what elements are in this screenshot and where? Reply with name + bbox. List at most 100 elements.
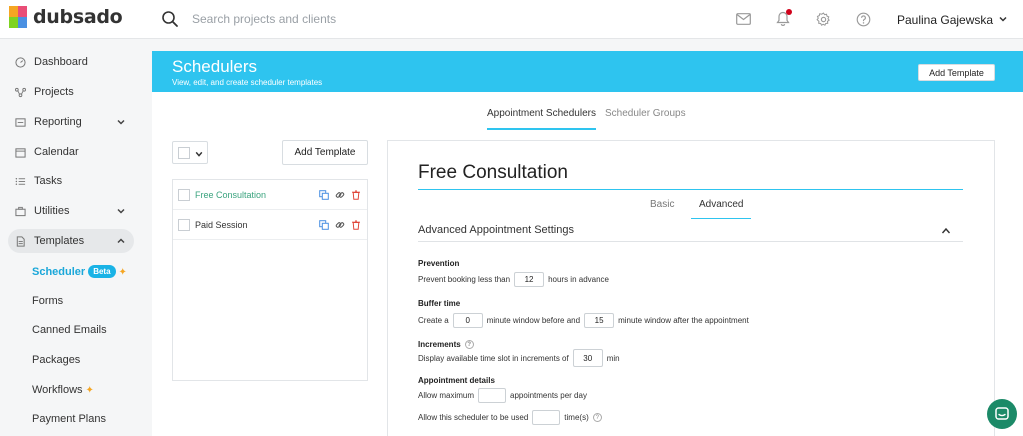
tab-advanced[interactable]: Advanced <box>691 199 752 219</box>
sidebar-item-calendar[interactable]: Calendar <box>8 140 134 164</box>
sidebar-subitem-canned-emails[interactable]: Canned Emails <box>32 324 107 336</box>
sidebar-subitem-workflows[interactable]: Workflows ✦ <box>32 384 94 396</box>
logo[interactable]: dubsado <box>9 6 123 28</box>
sidebar-item-label: Tasks <box>34 175 63 187</box>
scheduler-tabs: Appointment Schedulers Scheduler Groups <box>152 108 1023 134</box>
dashboard-gauge-icon <box>14 56 26 68</box>
page-title: Schedulers <box>172 57 258 76</box>
add-template-button[interactable]: Add Template <box>282 140 368 165</box>
buffer-row: Create a minute window before and minute… <box>418 313 749 328</box>
search-input[interactable] <box>192 9 592 29</box>
sidebar-item-projects[interactable]: Projects <box>8 80 134 104</box>
buffer-before-input[interactable] <box>452 313 483 328</box>
increments-row: Display available time slot in increment… <box>418 349 620 367</box>
bulk-select-dropdown[interactable] <box>172 141 208 164</box>
prevention-label-after: hours in advance <box>548 275 609 284</box>
chat-bubble-icon <box>995 407 1009 420</box>
sidebar-item-label: Utilities <box>34 205 70 217</box>
sidebar-item-label: Reporting <box>34 116 82 128</box>
dubsado-logo-icon <box>9 6 27 28</box>
beta-badge: Beta <box>88 265 116 278</box>
help-icon[interactable]: ? <box>592 413 602 422</box>
template-name[interactable]: Free Consultation <box>195 190 266 200</box>
duplicate-icon[interactable] <box>319 220 329 230</box>
sidebar-item-label: Calendar <box>34 146 79 158</box>
search-icon[interactable] <box>161 10 179 28</box>
notifications-bell-icon[interactable] <box>774 9 792 28</box>
sidebar-item-reporting[interactable]: Reporting <box>8 110 134 134</box>
calendar-icon <box>14 146 26 158</box>
scheduler-title-input[interactable]: Free Consultation <box>418 162 963 190</box>
tab-basic[interactable]: Basic <box>650 199 674 218</box>
page-subtitle: View, edit, and create scheduler templat… <box>172 78 323 87</box>
buffer-label-mid: minute window before and <box>486 316 581 325</box>
settings-gear-icon[interactable] <box>814 10 832 28</box>
duplicate-icon[interactable] <box>319 190 329 200</box>
projects-network-icon <box>14 86 26 98</box>
increments-input[interactable] <box>572 349 603 367</box>
sidebar-item-dashboard[interactable]: Dashboard <box>8 50 134 74</box>
templates-document-icon <box>14 235 26 247</box>
list-item[interactable]: Paid Session <box>173 210 367 240</box>
prevention-hours-input[interactable] <box>514 272 545 287</box>
sidebar-subitem-packages[interactable]: Packages <box>32 354 80 366</box>
details-heading: Appointment details <box>418 376 495 385</box>
details-used-label-before: Allow this scheduler to be used <box>418 413 529 422</box>
details-max-row: Allow maximum appointments per day <box>418 388 587 403</box>
chevron-down-icon <box>117 208 125 214</box>
chevron-up-icon <box>117 238 125 244</box>
select-all-checkbox[interactable] <box>178 147 190 159</box>
increments-heading-row: Increments ? <box>418 340 474 349</box>
sidebar-subitem-forms[interactable]: Forms <box>32 295 63 307</box>
notification-dot <box>786 9 792 15</box>
chevron-down-icon[interactable] <box>998 14 1008 24</box>
help-icon[interactable]: ? <box>464 340 474 349</box>
scheduler-editor: Free Consultation Basic Advanced Advance… <box>387 140 995 436</box>
details-used-label-after: time(s) <box>564 413 589 422</box>
trash-icon[interactable] <box>351 220 361 230</box>
chat-support-button[interactable] <box>987 399 1017 429</box>
sidebar-subitem-scheduler[interactable]: Scheduler Beta ✦ <box>32 265 127 278</box>
row-checkbox[interactable] <box>178 219 190 231</box>
tasks-list-icon <box>14 175 26 187</box>
max-appointments-input[interactable] <box>478 388 507 403</box>
increments-label-before: Display available time slot in increment… <box>418 353 569 363</box>
link-icon[interactable] <box>335 220 345 230</box>
help-icon[interactable] <box>854 10 872 28</box>
utilities-briefcase-icon <box>14 205 26 217</box>
prevention-row: Prevent booking less than hours in advan… <box>418 272 609 287</box>
link-icon[interactable] <box>335 190 345 200</box>
reporting-icon <box>14 116 26 128</box>
mail-icon[interactable] <box>734 10 752 28</box>
increments-heading: Increments <box>418 340 461 349</box>
page-banner: Schedulers View, edit, and create schedu… <box>152 51 1023 92</box>
chevron-up-icon[interactable] <box>941 226 951 236</box>
template-list: Free Consultation Paid Session <box>172 179 368 381</box>
banner-add-template-button[interactable]: Add Template <box>918 64 995 81</box>
prevention-heading: Prevention <box>418 259 460 268</box>
chevron-down-icon <box>117 119 125 125</box>
tab-scheduler-groups[interactable]: Scheduler Groups <box>605 108 686 128</box>
details-max-label-after: appointments per day <box>510 391 587 400</box>
advanced-settings-header[interactable]: Advanced Appointment Settings <box>418 224 963 242</box>
template-name[interactable]: Paid Session <box>195 220 248 230</box>
chevron-down-icon <box>195 151 203 157</box>
sidebar-item-templates[interactable]: Templates <box>8 229 134 253</box>
brand-name: dubsado <box>33 6 123 28</box>
sidebar-item-utilities[interactable]: Utilities <box>8 199 134 223</box>
sidebar-item-tasks[interactable]: Tasks <box>8 169 134 193</box>
sidebar-subitem-payment-plans[interactable]: Payment Plans <box>32 413 106 425</box>
usage-limit-input[interactable] <box>532 410 561 425</box>
sparkle-icon: ✦ <box>85 385 94 396</box>
section-title: Advanced Appointment Settings <box>418 224 574 236</box>
main-content: Schedulers View, edit, and create schedu… <box>152 51 1023 436</box>
list-item[interactable]: Free Consultation <box>173 180 367 210</box>
prevention-label-before: Prevent booking less than <box>418 275 511 284</box>
trash-icon[interactable] <box>351 190 361 200</box>
buffer-heading: Buffer time <box>418 299 461 308</box>
row-checkbox[interactable] <box>178 189 190 201</box>
buffer-after-input[interactable] <box>584 313 615 328</box>
tab-appointment-schedulers[interactable]: Appointment Schedulers <box>487 108 596 130</box>
user-name[interactable]: Paulina Gajewska <box>897 13 993 27</box>
sidebar-item-label: Projects <box>34 86 74 98</box>
